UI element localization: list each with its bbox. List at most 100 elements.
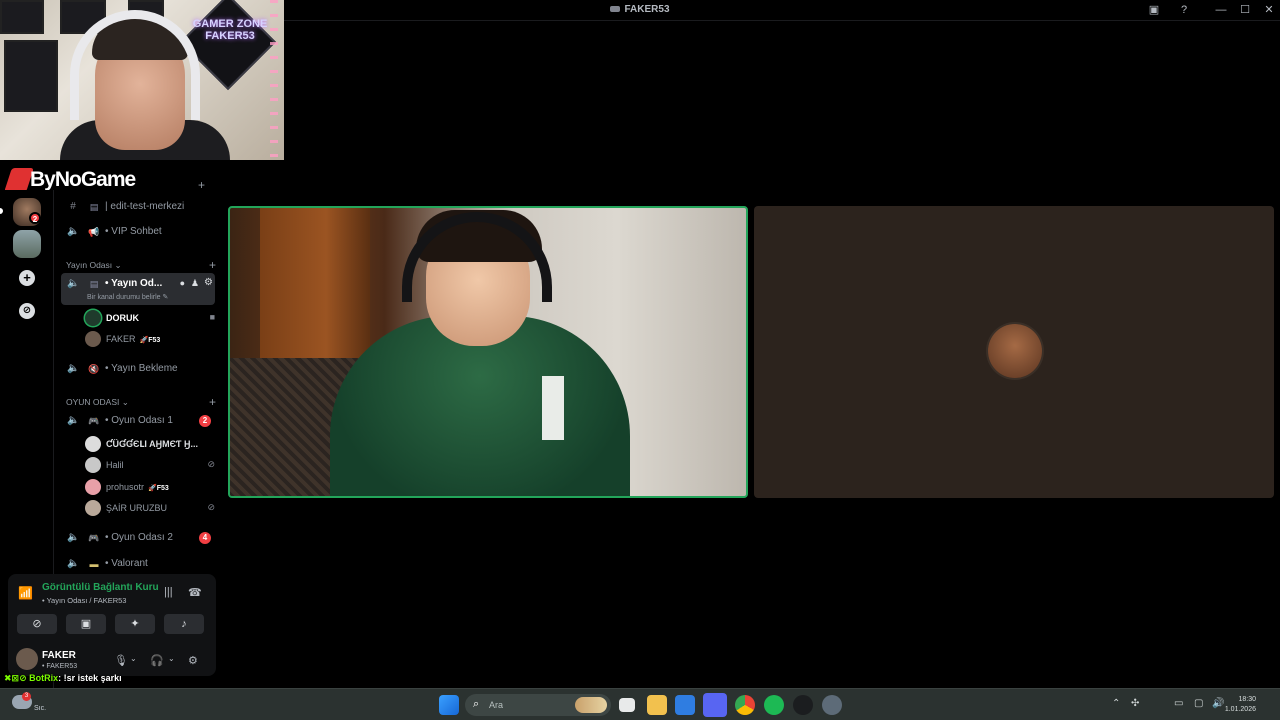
channel-yayin-odasi[interactable]: 🔈 ▤ • Yayın Od... Bir kanal durumu belir…: [61, 273, 215, 305]
voice-user-faker[interactable]: FAKER 🚀F53: [85, 329, 215, 349]
voice-user-sair-uruzbu[interactable]: ŞAİR URUZBU ⊘: [85, 498, 215, 518]
channel-status[interactable]: Bir kanal durumu belirle ✎: [87, 293, 168, 301]
spotify-icon[interactable]: [764, 695, 784, 715]
store-icon[interactable]: [675, 695, 695, 715]
category-yayin-odasi[interactable]: Yayın Odası ⌄ +: [66, 258, 216, 272]
chrome-icon[interactable]: [735, 695, 755, 715]
participant-avatar: [988, 324, 1042, 378]
voice-connected-icon: 🔈: [67, 278, 80, 289]
gaming-zone-poster: [4, 40, 58, 112]
avatar: [85, 331, 101, 347]
avatar: [85, 457, 101, 473]
noise-suppression-icon[interactable]: |||: [164, 586, 173, 598]
add-server-icon[interactable]: +: [19, 270, 35, 286]
channel-yayin-bekleme[interactable]: 🔈 🔇 • Yayın Bekleme: [61, 358, 215, 380]
user-settings-icon[interactable]: ⚙: [188, 654, 198, 667]
category-oyun-odasi[interactable]: OYUN ODASI ⌄ +: [66, 395, 216, 409]
weather-badge: 3: [22, 692, 31, 701]
voice-speaker-icon: 🔈: [67, 226, 80, 237]
keyboard-icon[interactable]: ▭: [1174, 698, 1183, 709]
voice-speaker-icon: 🔈: [67, 532, 80, 543]
maximize-button[interactable]: ☐: [1237, 3, 1253, 17]
clock-time: 18:30: [1238, 696, 1256, 703]
close-button[interactable]: ✕: [1261, 3, 1277, 17]
gun-icon: ▬: [89, 559, 99, 569]
user-name[interactable]: FAKER: [42, 650, 76, 661]
voice-status[interactable]: Görüntülü Bağlantı Kuru: [42, 582, 159, 593]
activities-button[interactable]: ✦: [115, 614, 155, 634]
chevron-up-icon[interactable]: ⌃: [1112, 698, 1120, 709]
add-channel-icon[interactable]: +: [209, 395, 216, 409]
network-icon[interactable]: ▢: [1194, 698, 1203, 709]
search-icon: ⌕: [473, 698, 480, 710]
channel-oyun-odasi-1[interactable]: 🔈 🎮 • Oyun Odası 1 2: [61, 410, 215, 432]
mute-icon: 🔇: [88, 364, 100, 374]
avatar: [85, 500, 101, 516]
channel-oyun-odasi-2[interactable]: 🔈 🎮 • Oyun Odası 2 4: [61, 527, 215, 549]
chat-bubble-icon[interactable]: ●: [180, 278, 185, 288]
server-icon: [610, 6, 621, 13]
user-name: ƇÜƓƓЄԼƖ AӇMЄƬ Ӈ...: [106, 439, 198, 449]
steam-icon[interactable]: [793, 695, 813, 715]
voice-user-halil[interactable]: Halil ⊘: [85, 455, 215, 475]
channel-valorant[interactable]: 🔈 ▬ • Valorant: [61, 553, 215, 575]
poster: [0, 0, 44, 34]
chevron-down-icon[interactable]: ⌄: [130, 654, 137, 663]
voice-user-cuggeli[interactable]: ƇÜƓƓЄԼƖ AӇMЄƬ Ӈ...: [85, 434, 215, 454]
category-label: Yayın Odası ⌄: [66, 260, 122, 270]
voice-location[interactable]: • Yayın Odası / FAKER53: [42, 596, 126, 605]
channel-edit-test[interactable]: # ▤ | edit-test-merkezi: [61, 196, 215, 218]
server-icon-2[interactable]: [13, 230, 41, 258]
user-name: ŞAİR URUZBU: [106, 503, 168, 513]
channel-vip-sohbet[interactable]: 🔈 📢 • VIP Sohbet: [61, 221, 215, 243]
weather-text: Sıc.: [34, 705, 47, 712]
headphones-icon[interactable]: 🎧: [150, 654, 164, 667]
channel-label: • Valorant: [105, 558, 148, 569]
camera-toggle-button[interactable]: ⊘: [17, 614, 57, 634]
file-explorer-icon[interactable]: [647, 695, 667, 715]
system-clock[interactable]: 18:30 1.01.2026: [1225, 695, 1256, 715]
settings-gear-icon[interactable]: ⚙: [204, 277, 213, 288]
string-lights: [270, 0, 278, 160]
screen-share-button[interactable]: ▣: [66, 614, 106, 634]
discord-icon[interactable]: [703, 693, 727, 717]
task-view-icon[interactable]: [619, 698, 635, 712]
search-input[interactable]: Ara: [489, 700, 503, 710]
user-tag: 🚀F53: [148, 485, 169, 492]
brand-text: ByNoGame: [30, 168, 136, 191]
avatar[interactable]: [16, 648, 38, 670]
deafened-icon: ⊘: [207, 459, 215, 469]
channel-label: • Oyun Odası 2: [105, 532, 173, 543]
channel-label: • VIP Sohbet: [105, 226, 162, 237]
voice-user-prohusotr[interactable]: prohusotr 🚀F53: [85, 477, 215, 497]
start-icon[interactable]: [439, 695, 459, 715]
disconnect-icon[interactable]: ☎: [188, 586, 202, 599]
camera-icon: ■: [209, 312, 215, 322]
add-channel-icon[interactable]: +: [198, 178, 205, 192]
voice-connection-panel: 📶 Görüntülü Bağlantı Kuru • Yayın Odası …: [8, 574, 216, 640]
avatar: [85, 310, 101, 326]
avatar: [85, 436, 101, 452]
settings-gear-icon[interactable]: [822, 695, 842, 715]
gamepad-icon: 🎮: [88, 533, 100, 543]
streamer-webcam: GAMER ZONE FAKER53: [0, 0, 284, 160]
invite-icon[interactable]: ♟: [191, 278, 199, 289]
soundboard-button[interactable]: ♪: [164, 614, 204, 634]
minimize-button[interactable]: —: [1213, 3, 1229, 17]
voice-user-doruk[interactable]: DORUK ■: [85, 308, 215, 328]
discover-icon[interactable]: ⊘: [19, 303, 35, 319]
help-icon[interactable]: ?: [1176, 3, 1192, 17]
video-tile-faker[interactable]: [754, 206, 1274, 498]
user-name: DORUK: [106, 313, 139, 323]
microphone-icon[interactable]: 🎙: [114, 654, 128, 667]
chevron-down-icon[interactable]: ⌄: [168, 654, 175, 663]
user-tag: 🚀F53: [139, 337, 161, 344]
taskbar-search[interactable]: ⌕ Ara: [465, 694, 611, 716]
search-highlight-image: [575, 697, 607, 713]
app-tray-icon[interactable]: ✣: [1131, 698, 1139, 709]
volume-icon[interactable]: 🔊: [1212, 698, 1224, 709]
add-channel-icon[interactable]: +: [209, 258, 216, 272]
inbox-icon[interactable]: ▣: [1146, 3, 1162, 17]
video-tile-doruk[interactable]: [228, 206, 748, 498]
signal-icon[interactable]: 📶: [18, 586, 34, 602]
